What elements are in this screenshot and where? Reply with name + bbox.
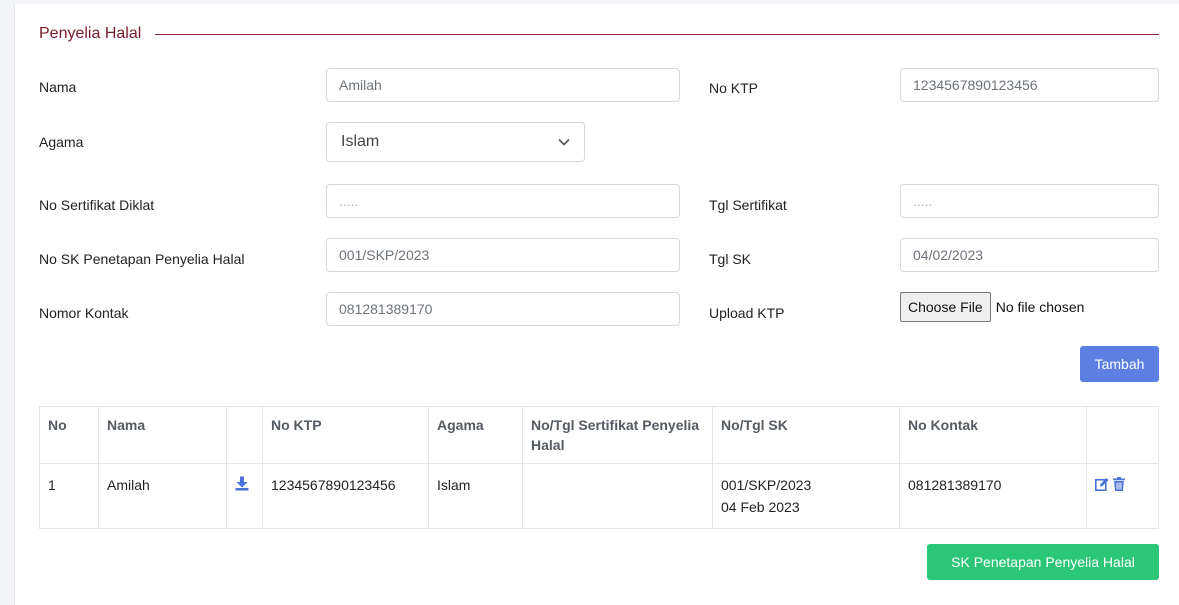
no-sk-input[interactable]: 001/SKP/2023 xyxy=(326,238,680,272)
col-header-kontak: No Kontak xyxy=(899,406,1087,464)
no-ktp-input[interactable]: 1234567890123456 xyxy=(900,68,1159,102)
cell-agama: Islam xyxy=(428,463,523,529)
sk-penetapan-button[interactable]: SK Penetapan Penyelia Halal xyxy=(927,544,1159,580)
cell-sertifikat xyxy=(522,463,713,529)
choose-file-button[interactable]: Choose File xyxy=(900,292,991,322)
kontak-label: Nomor Kontak xyxy=(39,305,129,321)
no-sk-label: No SK Penetapan Penyelia Halal xyxy=(39,251,245,267)
table-header-row: No Nama No KTP Agama No/Tgl Sertifikat P… xyxy=(39,406,1159,464)
cell-nama: Amilah xyxy=(98,463,227,529)
nama-label: Nama xyxy=(39,79,77,95)
agama-label: Agama xyxy=(39,134,84,150)
tgl-sk-input[interactable]: 04/02/2023 xyxy=(900,238,1159,272)
col-header-sk: No/Tgl SK xyxy=(712,406,900,464)
cell-download xyxy=(226,463,263,529)
cell-actions xyxy=(1086,463,1159,529)
tgl-sk-label: Tgl SK xyxy=(709,251,752,267)
cell-sk: 001/SKP/2023 04 Feb 2023 xyxy=(712,463,900,529)
kontak-input[interactable]: 081281389170 xyxy=(326,292,680,326)
col-header-nama: Nama xyxy=(98,406,227,464)
chevron-down-icon xyxy=(558,133,570,151)
download-icon[interactable] xyxy=(235,475,249,497)
no-sertifikat-label: No Sertifikat Diklat xyxy=(39,197,155,213)
edit-icon[interactable] xyxy=(1095,475,1109,497)
tambah-button[interactable]: Tambah xyxy=(1080,346,1159,382)
col-header-no-ktp: No KTP xyxy=(262,406,429,464)
file-status-text: No file chosen xyxy=(995,299,1085,315)
col-header-agama: Agama xyxy=(428,406,523,464)
penyelia-halal-card: Penyelia Halal Nama Amilah No KTP 123456… xyxy=(14,4,1179,605)
legend-divider xyxy=(155,33,1159,35)
cell-sk-number: 001/SKP/2023 xyxy=(721,477,812,493)
nama-input[interactable]: Amilah xyxy=(326,68,680,102)
trash-icon[interactable] xyxy=(1112,475,1125,497)
cell-no-ktp: 1234567890123456 xyxy=(262,463,429,529)
col-header-sertifikat: No/Tgl Sertifikat Penyelia Halal xyxy=(522,406,713,464)
cell-sk-date: 04 Feb 2023 xyxy=(721,499,800,515)
section-legend: Penyelia Halal xyxy=(39,24,1159,44)
no-ktp-label: No KTP xyxy=(709,80,759,96)
upload-ktp-label: Upload KTP xyxy=(709,305,785,321)
col-header-no: No xyxy=(39,406,99,464)
col-header-download xyxy=(226,406,263,464)
tgl-sertifikat-input[interactable]: ..... xyxy=(900,184,1159,218)
cell-kontak: 081281389170 xyxy=(899,463,1087,529)
penyelia-table: No Nama No KTP Agama No/Tgl Sertifikat P… xyxy=(39,406,1159,529)
section-title: Penyelia Halal xyxy=(39,25,142,42)
agama-select[interactable]: Islam xyxy=(326,122,585,162)
table-row: 1 Amilah 1234567890123456 Islam 001/SKP/… xyxy=(39,463,1159,529)
col-header-actions xyxy=(1086,406,1159,464)
cell-no: 1 xyxy=(39,463,99,529)
agama-selected-value: Islam xyxy=(341,133,380,150)
upload-ktp-file-input[interactable]: Choose File No file chosen xyxy=(900,292,1084,322)
no-sertifikat-input[interactable]: ..... xyxy=(326,184,680,218)
tgl-sertifikat-label: Tgl Sertifikat xyxy=(709,197,787,213)
